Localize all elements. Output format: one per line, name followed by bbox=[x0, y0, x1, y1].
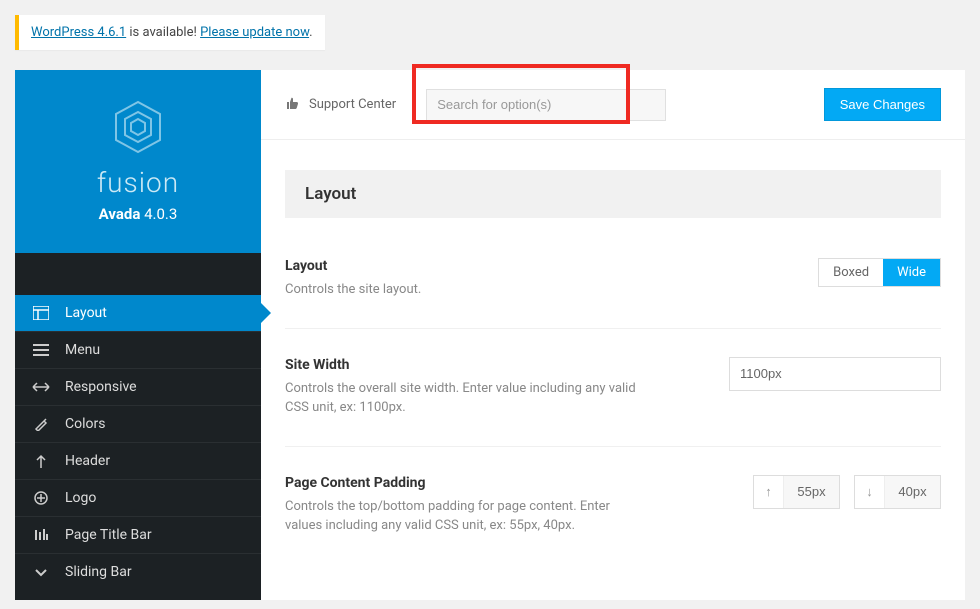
options-sidebar: fusion Avada 4.0.3 Layout Menu bbox=[15, 70, 261, 600]
sidebar-item-colors[interactable]: Colors bbox=[15, 405, 261, 442]
topbar: Support Center Save Changes bbox=[261, 70, 965, 140]
sidebar-item-menu[interactable]: Menu bbox=[15, 331, 261, 368]
fusion-logo-icon bbox=[113, 100, 163, 160]
header-icon bbox=[31, 454, 51, 468]
sidebar-menu: Layout Menu Responsive Colors bbox=[15, 295, 261, 590]
brand-sub: Avada 4.0.3 bbox=[25, 205, 251, 223]
search-input[interactable] bbox=[426, 89, 666, 121]
sidebar-item-sliding-bar[interactable]: Sliding Bar bbox=[15, 553, 261, 590]
option-title: Layout bbox=[285, 258, 421, 274]
option-desc: Controls the overall site width. Enter v… bbox=[285, 379, 645, 418]
sidebar-item-label: Layout bbox=[65, 305, 107, 321]
option-title: Page Content Padding bbox=[285, 475, 645, 491]
sidebar-item-label: Colors bbox=[65, 416, 105, 432]
search-wrap bbox=[426, 89, 666, 121]
sidebar-item-page-title-bar[interactable]: Page Title Bar bbox=[15, 516, 261, 553]
sidebar-item-header[interactable]: Header bbox=[15, 442, 261, 479]
padding-top-input[interactable] bbox=[784, 476, 839, 508]
option-desc: Controls the top/bottom padding for page… bbox=[285, 497, 645, 536]
wordpress-version-link[interactable]: WordPress 4.6.1 bbox=[31, 25, 126, 40]
options-content: Layout Layout Controls the site layout. … bbox=[261, 140, 965, 566]
sidebar-spacer bbox=[15, 253, 261, 295]
brand-name: fusion bbox=[25, 166, 251, 199]
main-panel: Support Center Save Changes Layout Layou… bbox=[261, 70, 965, 600]
logo-icon bbox=[31, 491, 51, 505]
sidebar-item-layout[interactable]: Layout bbox=[15, 295, 261, 331]
padding-top-group: ↑ bbox=[753, 475, 840, 509]
arrow-down-icon: ↓ bbox=[855, 476, 885, 508]
layout-boxed-button[interactable]: Boxed bbox=[819, 259, 883, 286]
layout-wide-button[interactable]: Wide bbox=[883, 259, 940, 286]
sidebar-item-label: Page Title Bar bbox=[65, 527, 152, 543]
sidebar-item-label: Logo bbox=[65, 490, 96, 506]
sidebar-item-logo[interactable]: Logo bbox=[15, 479, 261, 516]
padding-bottom-input[interactable] bbox=[885, 476, 940, 508]
sliding-bar-icon bbox=[31, 567, 51, 577]
page-title-bar-icon bbox=[31, 528, 51, 542]
option-site-width: Site Width Controls the overall site wid… bbox=[285, 357, 941, 447]
padding-bottom-group: ↓ bbox=[854, 475, 941, 509]
menu-icon bbox=[31, 344, 51, 356]
product-name: Avada bbox=[99, 205, 141, 223]
support-center-link[interactable]: Support Center bbox=[285, 96, 396, 114]
sidebar-item-label: Sliding Bar bbox=[65, 564, 132, 580]
update-notice: WordPress 4.6.1 is available! Please upd… bbox=[15, 15, 325, 50]
support-label: Support Center bbox=[309, 97, 396, 112]
responsive-icon bbox=[31, 382, 51, 392]
notice-dot: . bbox=[309, 25, 312, 40]
option-layout: Layout Controls the site layout. Boxed W… bbox=[285, 258, 941, 329]
arrow-up-icon: ↑ bbox=[754, 476, 784, 508]
colors-icon bbox=[31, 417, 51, 431]
site-width-input[interactable] bbox=[729, 357, 941, 391]
sidebar-item-label: Header bbox=[65, 453, 110, 469]
sidebar-item-label: Menu bbox=[65, 342, 100, 358]
notice-mid: is available! bbox=[126, 25, 200, 40]
update-now-link[interactable]: Please update now bbox=[200, 25, 309, 40]
thumbs-up-icon bbox=[285, 96, 299, 114]
sidebar-item-responsive[interactable]: Responsive bbox=[15, 368, 261, 405]
option-desc: Controls the site layout. bbox=[285, 280, 421, 300]
option-title: Site Width bbox=[285, 357, 645, 373]
product-version: 4.0.3 bbox=[144, 205, 177, 223]
layout-icon bbox=[31, 306, 51, 320]
layout-toggle: Boxed Wide bbox=[818, 258, 941, 287]
sidebar-item-label: Responsive bbox=[65, 379, 137, 395]
option-page-content-padding: Page Content Padding Controls the top/bo… bbox=[285, 475, 941, 536]
save-changes-button[interactable]: Save Changes bbox=[824, 88, 941, 121]
sidebar-logo: fusion Avada 4.0.3 bbox=[15, 70, 261, 253]
section-header: Layout bbox=[285, 170, 941, 218]
